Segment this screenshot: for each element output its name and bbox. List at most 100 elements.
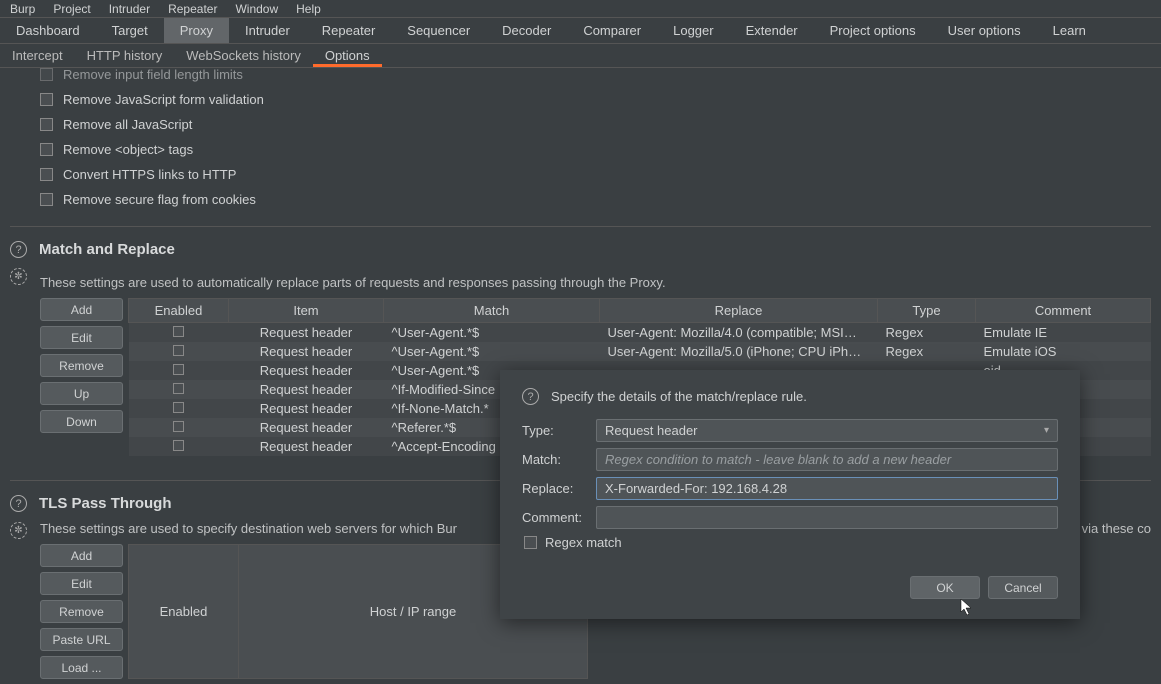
col-enabled[interactable]: Enabled: [129, 545, 239, 679]
tab-intruder[interactable]: Intruder: [229, 18, 306, 44]
cell-replace: User-Agent: Mozilla/4.0 (compatible; MSI…: [600, 323, 878, 343]
col-item[interactable]: Item: [229, 299, 384, 323]
section-desc: These settings are used to automatically…: [0, 267, 1151, 298]
tab-project-options[interactable]: Project options: [814, 18, 932, 44]
tab-extender[interactable]: Extender: [730, 18, 814, 44]
menu-window[interactable]: Window: [235, 2, 278, 16]
check-label: Remove input field length limits: [63, 68, 243, 82]
tab-user-options[interactable]: User options: [932, 18, 1037, 44]
menu-repeater[interactable]: Repeater: [168, 2, 217, 16]
table-row[interactable]: Request header ^User-Agent.*$ User-Agent…: [129, 323, 1151, 343]
checkbox[interactable]: [40, 193, 53, 206]
type-select[interactable]: Request header ▾: [596, 419, 1058, 442]
menu-project[interactable]: Project: [53, 2, 90, 16]
cell-replace: User-Agent: Mozilla/5.0 (iPhone; CPU iPh…: [600, 342, 878, 361]
col-replace[interactable]: Replace: [600, 299, 878, 323]
subtab-options[interactable]: Options: [313, 44, 382, 67]
check-label: Remove secure flag from cookies: [63, 192, 256, 207]
gear-icon[interactable]: ✼: [10, 268, 27, 285]
cell-comment: Emulate IE: [976, 323, 1151, 343]
section-title-tls: TLS Pass Through: [39, 495, 172, 512]
remove-button[interactable]: Remove: [40, 354, 123, 377]
cell-item: Request header: [229, 437, 384, 456]
section-title-match-replace: Match and Replace: [39, 241, 175, 258]
chevron-down-icon: ▾: [1044, 425, 1049, 436]
subtab-http-history[interactable]: HTTP history: [75, 44, 175, 67]
row-checkbox[interactable]: [173, 345, 184, 356]
row-checkbox[interactable]: [173, 383, 184, 394]
edit-button[interactable]: Edit: [40, 572, 123, 595]
subtab-intercept[interactable]: Intercept: [0, 44, 75, 67]
remove-button[interactable]: Remove: [40, 600, 123, 623]
tab-learn[interactable]: Learn: [1037, 18, 1102, 44]
col-match[interactable]: Match: [384, 299, 600, 323]
up-button[interactable]: Up: [40, 382, 123, 405]
row-checkbox[interactable]: [173, 364, 184, 375]
replace-label: Replace:: [522, 481, 596, 496]
tab-sequencer[interactable]: Sequencer: [391, 18, 486, 44]
cell-type: Regex: [878, 342, 976, 361]
down-button[interactable]: Down: [40, 410, 123, 433]
main-tabs: Dashboard Target Proxy Intruder Repeater…: [0, 17, 1161, 43]
col-type[interactable]: Type: [878, 299, 976, 323]
cell-item: Request header: [229, 418, 384, 437]
checkbox[interactable]: [40, 168, 53, 181]
subtab-websockets-history[interactable]: WebSockets history: [174, 44, 313, 67]
cancel-button[interactable]: Cancel: [988, 576, 1058, 599]
cell-comment: Emulate iOS: [976, 342, 1151, 361]
add-button[interactable]: Add: [40, 544, 123, 567]
regex-checkbox[interactable]: [524, 536, 537, 549]
match-label: Match:: [522, 452, 596, 467]
type-value: Request header: [605, 423, 698, 438]
row-checkbox[interactable]: [173, 421, 184, 432]
tab-comparer[interactable]: Comparer: [567, 18, 657, 44]
cell-item: Request header: [229, 323, 384, 343]
menu-burp[interactable]: Burp: [10, 2, 35, 16]
match-replace-dialog: ? Specify the details of the match/repla…: [500, 370, 1080, 619]
col-comment[interactable]: Comment: [976, 299, 1151, 323]
comment-input[interactable]: [596, 506, 1058, 529]
cell-item: Request header: [229, 399, 384, 418]
checkbox[interactable]: [40, 68, 53, 81]
help-icon[interactable]: ?: [10, 241, 27, 258]
edit-button[interactable]: Edit: [40, 326, 123, 349]
tab-dashboard[interactable]: Dashboard: [0, 18, 96, 44]
menu-help[interactable]: Help: [296, 2, 321, 16]
cell-item: Request header: [229, 361, 384, 380]
add-button[interactable]: Add: [40, 298, 123, 321]
tab-decoder[interactable]: Decoder: [486, 18, 567, 44]
cell-item: Request header: [229, 342, 384, 361]
check-label: Remove all JavaScript: [63, 117, 192, 132]
checkbox[interactable]: [40, 118, 53, 131]
check-label: Convert HTTPS links to HTTP: [63, 167, 236, 182]
paste-url-button[interactable]: Paste URL: [40, 628, 123, 651]
col-enabled[interactable]: Enabled: [129, 299, 229, 323]
row-checkbox[interactable]: [173, 326, 184, 337]
comment-label: Comment:: [522, 510, 596, 525]
row-checkbox[interactable]: [173, 402, 184, 413]
check-label: Remove JavaScript form validation: [63, 92, 264, 107]
tab-target[interactable]: Target: [96, 18, 164, 44]
type-label: Type:: [522, 423, 596, 438]
menubar: Burp Project Intruder Repeater Window He…: [0, 0, 1161, 17]
match-input[interactable]: [596, 448, 1058, 471]
tab-repeater[interactable]: Repeater: [306, 18, 391, 44]
checkbox[interactable]: [40, 143, 53, 156]
tab-logger[interactable]: Logger: [657, 18, 729, 44]
ok-button[interactable]: OK: [910, 576, 980, 599]
dialog-instruction: Specify the details of the match/replace…: [551, 386, 807, 404]
load-button[interactable]: Load ...: [40, 656, 123, 679]
table-row[interactable]: Request header ^User-Agent.*$ User-Agent…: [129, 342, 1151, 361]
checkbox[interactable]: [40, 93, 53, 106]
cell-match: ^User-Agent.*$: [384, 323, 600, 343]
section-desc: These settings are used to specify desti…: [40, 521, 457, 536]
row-checkbox[interactable]: [173, 440, 184, 451]
cell-type: Regex: [878, 323, 976, 343]
cell-match: ^User-Agent.*$: [384, 342, 600, 361]
menu-intruder[interactable]: Intruder: [109, 2, 150, 16]
help-icon[interactable]: ?: [10, 495, 27, 512]
help-icon[interactable]: ?: [522, 388, 539, 405]
gear-icon[interactable]: ✼: [10, 522, 27, 539]
tab-proxy[interactable]: Proxy: [164, 18, 229, 44]
replace-input[interactable]: [596, 477, 1058, 500]
